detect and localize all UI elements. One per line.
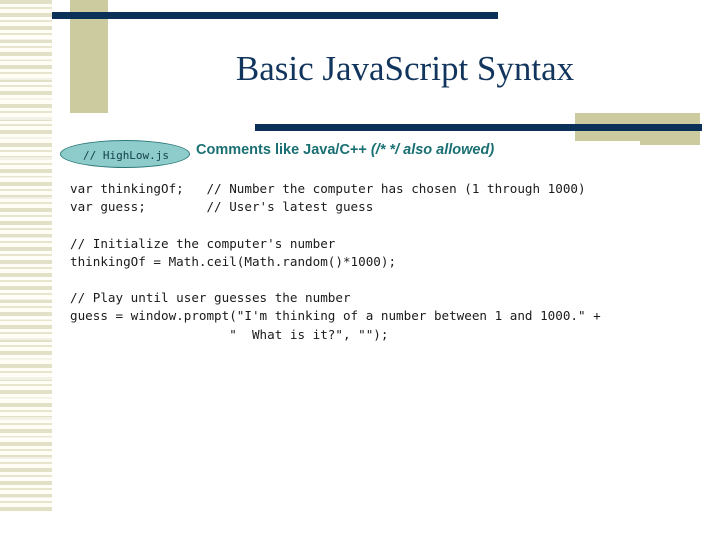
code-line: var guess; // User's latest guess bbox=[70, 199, 374, 215]
slide-canvas: Basic JavaScript Syntax // HighLow.js Co… bbox=[0, 0, 720, 540]
file-name-callout-label: // HighLow.js bbox=[82, 148, 170, 162]
khaki-right-block-notch bbox=[640, 137, 700, 145]
code-block: var thinkingOf; // Number the computer h… bbox=[70, 180, 690, 344]
navy-rule-middle bbox=[255, 124, 702, 131]
code-line: thinkingOf = Math.ceil(Math.random()*100… bbox=[70, 253, 397, 269]
navy-rule-top bbox=[52, 12, 498, 19]
code-line: guess = window.prompt("I'm thinking of a… bbox=[70, 308, 601, 324]
code-line: // Play until user guesses the number bbox=[70, 290, 351, 306]
code-line: " What is it?", ""); bbox=[70, 326, 389, 342]
page-title: Basic JavaScript Syntax bbox=[235, 49, 575, 88]
comments-note-main: Comments like Java/C++ bbox=[196, 142, 371, 158]
code-line: // Initialize the computer's number bbox=[70, 235, 336, 251]
left-stripe-decoration-overlay bbox=[0, 0, 52, 512]
comments-note-emphasis: (/* */ also allowed) bbox=[370, 142, 495, 158]
code-line: var thinkingOf; // Number the computer h… bbox=[70, 181, 586, 196]
comments-note: Comments like Java/C++ (/* */ also allow… bbox=[196, 142, 494, 158]
file-name-callout: // HighLow.js bbox=[60, 140, 190, 168]
